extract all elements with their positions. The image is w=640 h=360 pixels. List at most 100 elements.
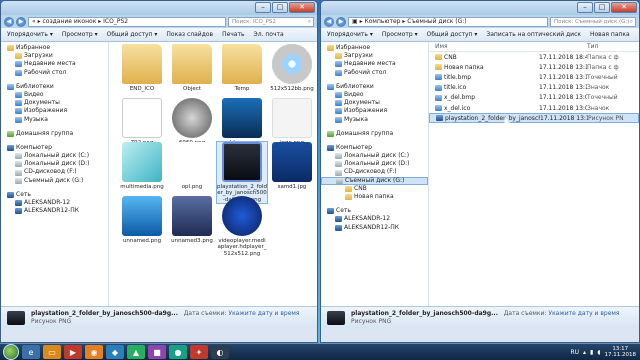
nav-item[interactable]: Недавние места [1,60,108,68]
nav-item[interactable]: Загрузки [321,52,428,60]
nav-item[interactable]: ALEKSANDR-12 [1,199,108,207]
tray-arrow-icon[interactable]: ▴ [583,349,586,356]
nav-item[interactable]: Домашняя группа [321,130,428,138]
email-button[interactable]: Эл. почта [254,31,284,38]
nav-item[interactable]: Новая папка [321,193,428,201]
clock[interactable]: 13:17 17.11.2018 [605,346,637,358]
file-item[interactable]: opl.png [167,142,217,190]
nav-item[interactable]: Видео [321,91,428,99]
start-button[interactable] [3,344,19,360]
address-bar[interactable]: ▣ ▸ Компьютер ▸ Съемный диск (G:) [348,16,548,27]
print-button[interactable]: Печать [222,31,244,38]
app-icon[interactable]: ◆ [106,345,124,359]
nav-item[interactable]: Недавние места [321,60,428,68]
app-icon[interactable]: ■ [148,345,166,359]
nav-item[interactable]: ALEKSANDR-12 [321,215,428,223]
nav-item[interactable]: CD-дисковод (F:) [1,168,108,176]
nav-item[interactable]: Видео [1,91,108,99]
nav-item[interactable]: Избранное [1,44,108,52]
list-item[interactable]: title.ico 17.11.2018 13:11Значок [429,83,639,93]
nav-item[interactable]: Музыка [1,116,108,124]
nav-item[interactable]: Документы [321,99,428,107]
nav-item[interactable]: Рабочий стол [1,69,108,77]
organize-button[interactable]: Упорядочить ▾ [7,31,53,38]
nav-item[interactable]: Локальный диск (C:) [321,152,428,160]
nav-item[interactable]: Библиотеки [1,83,108,91]
media-icon[interactable]: ▶ [64,345,82,359]
nav-item[interactable]: Изображения [1,107,108,115]
nav-item[interactable]: Изображения [321,107,428,115]
nav-item[interactable]: Компьютер [1,144,108,152]
file-item[interactable]: multimedia.png [117,142,167,190]
file-item[interactable]: logo.png [267,98,317,146]
language-indicator[interactable]: RU [570,349,579,356]
app-icon[interactable]: ◐ [211,345,229,359]
list-item[interactable]: x_del.ico 17.11.2018 13:06Значок [429,103,639,113]
nav-item[interactable]: Съемный диск (G:) [1,177,108,185]
title-bar[interactable]: – □ ✕ [1,1,317,15]
view-button[interactable]: Просмотр ▾ [382,31,418,38]
list-item[interactable]: x_del.bmp 17.11.2018 13:06Точечный [429,93,639,103]
firefox-icon[interactable]: ◉ [85,345,103,359]
app-icon[interactable]: ✦ [190,345,208,359]
file-item[interactable]: unnamed.png [117,196,167,244]
breadcrumb-item[interactable]: Компьютер [365,18,401,25]
nav-item[interactable]: Сеть [1,191,108,199]
search-input[interactable]: Поиск: Съемный диск (G:) ⌕ [550,16,636,27]
file-item[interactable]: 512x512bb.png [267,44,317,92]
list-item[interactable]: CNB 17.11.2018 18:42Папка с ф [429,52,639,62]
volume-icon[interactable]: ◖ [597,349,600,356]
share-button[interactable]: Общий доступ ▾ [107,31,158,38]
details-date-value[interactable]: Укажите дату и время [548,310,619,317]
back-icon[interactable]: ◀ [4,16,14,27]
file-item[interactable]: 792.png [117,98,167,146]
app-icon[interactable]: ▲ [127,345,145,359]
burn-button[interactable]: Записать на оптический диск [486,31,581,38]
nav-item[interactable]: Локальный диск (D:) [321,160,428,168]
nav-item[interactable]: Локальный диск (C:) [1,152,108,160]
nav-item[interactable]: Загрузки [1,52,108,60]
forward-icon[interactable]: ▶ [16,16,26,27]
breadcrumb-more[interactable]: « [32,18,36,25]
minimize-button[interactable]: – [255,2,271,13]
nav-item[interactable]: ALEKSANDR12-ПК [1,207,108,215]
organize-button[interactable]: Упорядочить ▾ [327,31,373,38]
file-item[interactable]: unnamed3.png [167,196,217,244]
list-item[interactable]: playstation_2_folder_by_janosch500-da9..… [429,113,639,124]
file-item[interactable]: END_ICO [117,44,167,92]
view-button[interactable]: Просмотр ▾ [62,31,98,38]
breadcrumb-item[interactable]: ICO_PS2 [103,18,128,25]
address-bar[interactable]: « ▸ создание иконок ▸ ICO_PS2 [28,16,226,27]
ie-icon[interactable]: e [22,345,40,359]
maximize-button[interactable]: □ [594,2,610,13]
list-item[interactable]: title.bmp 17.11.2018 13:11Точечный [429,72,639,82]
column-date[interactable] [539,42,587,51]
nav-item[interactable]: Музыка [321,116,428,124]
new-folder-button[interactable]: Новая папка [590,31,630,38]
nav-item[interactable]: Компьютер [321,144,428,152]
close-button[interactable]: ✕ [611,2,637,13]
close-button[interactable]: ✕ [289,2,315,13]
minimize-button[interactable]: – [577,2,593,13]
nav-item[interactable]: Документы [1,99,108,107]
column-name[interactable]: Имя [429,42,539,51]
file-item[interactable]: blue.png [217,98,267,146]
back-icon[interactable]: ◀ [324,16,334,27]
column-type[interactable]: Тип [587,42,639,51]
nav-item[interactable]: ALEKSANDR12-ПК [321,224,428,232]
search-input[interactable]: Поиск: ICO_PS2 ⌕ [228,16,314,27]
title-bar[interactable]: – □ ✕ [321,1,639,15]
file-item[interactable]: Object [167,44,217,92]
nav-item[interactable]: Библиотеки [321,83,428,91]
breadcrumb-item[interactable]: создание иконок [43,18,97,25]
nav-item[interactable]: Съемный диск (G:) [321,176,428,185]
app-icon[interactable]: ● [169,345,187,359]
network-icon[interactable]: ▮ [590,349,593,356]
list-item[interactable]: Новая папка 17.11.2018 13:14Папка с ф [429,62,639,72]
nav-item[interactable]: Локальный диск (D:) [1,160,108,168]
file-item[interactable]: samd1.jpg [267,142,317,190]
nav-item[interactable]: CNB [321,185,428,193]
file-item[interactable]: playstation_2_folder_by_janosch500-da9gx… [216,141,268,204]
maximize-button[interactable]: □ [272,2,288,13]
file-item[interactable]: videoplayer.mediaplayer.hdplayer_512x512… [217,196,267,257]
